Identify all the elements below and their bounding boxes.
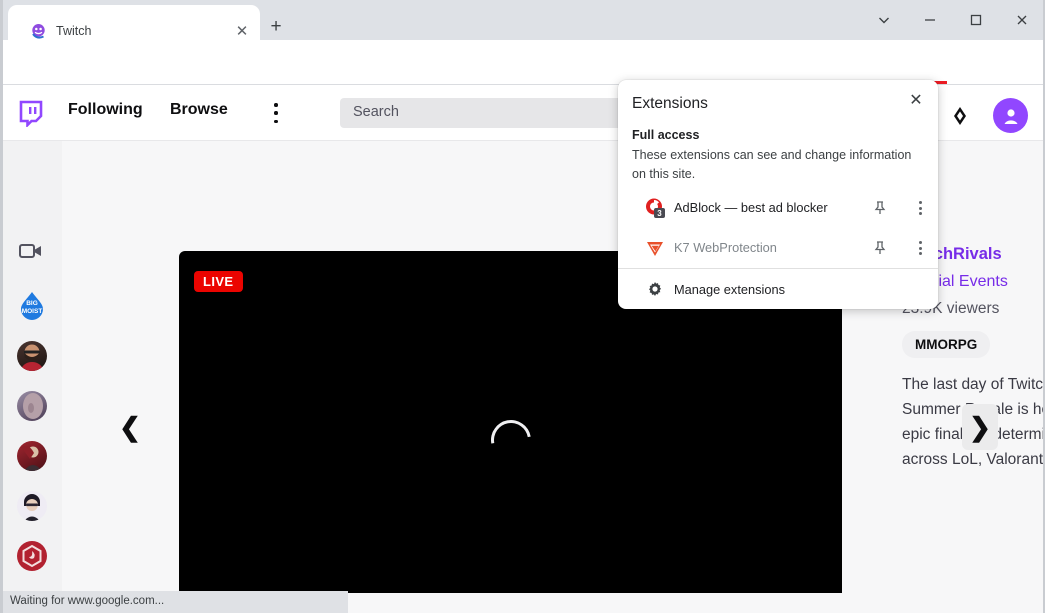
manage-extensions-row[interactable]: Manage extensions <box>618 269 938 309</box>
svg-text:3: 3 <box>657 209 662 218</box>
browser-window: Twitch ✕ + Following Browse Search BIG M… <box>0 0 1045 613</box>
extension-name: K7 WebProtection <box>674 240 777 255</box>
stream-tag[interactable]: MMORPG <box>902 331 991 358</box>
pin-icon[interactable] <box>870 238 890 258</box>
adblock-icon: 3 <box>644 197 666 219</box>
user-avatar[interactable] <box>993 98 1028 133</box>
manage-extensions-label: Manage extensions <box>674 282 785 297</box>
svg-text:MOIST: MOIST <box>22 308 43 315</box>
popup-section-heading: Full access <box>632 128 700 142</box>
popup-close-icon[interactable]: ✕ <box>904 88 928 112</box>
more-vertical-icon[interactable] <box>910 198 930 218</box>
tab-close-icon[interactable]: ✕ <box>233 23 251 41</box>
live-badge: LIVE <box>194 271 243 292</box>
carousel-prev-button[interactable]: ❮ <box>112 404 148 450</box>
search-placeholder: Search <box>353 104 399 120</box>
window-controls <box>861 0 1045 40</box>
browser-tab[interactable]: Twitch ✕ <box>8 5 260 40</box>
extension-name: AdBlock — best ad blocker <box>674 200 828 215</box>
maximize-icon[interactable] <box>953 0 999 40</box>
loading-spinner-icon <box>482 411 539 468</box>
close-window-icon[interactable] <box>999 0 1045 40</box>
window-left-edge <box>0 0 3 613</box>
popup-section-description: These extensions can see and change info… <box>632 148 912 181</box>
new-tab-button[interactable]: + <box>262 13 290 41</box>
sidebar-channel-4[interactable] <box>17 441 47 471</box>
carousel-next-button[interactable]: ❯ <box>962 404 998 450</box>
sidebar-channel-3[interactable] <box>17 391 47 421</box>
popup-title: Extensions <box>632 95 708 112</box>
status-bar: Waiting for www.google.com... <box>0 591 348 613</box>
twitch-logo[interactable] <box>18 100 44 129</box>
nav-browse[interactable]: Browse <box>170 101 228 119</box>
k7-webprotection-icon <box>644 237 666 259</box>
extensions-popup: ✕ Extensions Full access These extension… <box>618 80 938 309</box>
gear-icon <box>645 279 665 299</box>
prime-crown-icon[interactable] <box>949 105 971 127</box>
sidebar-channel-6[interactable] <box>17 541 47 571</box>
tab-title: Twitch <box>56 24 92 38</box>
pin-icon[interactable] <box>870 198 890 218</box>
twitch-favicon-icon <box>30 23 47 40</box>
sidebar-channel-5[interactable] <box>17 491 47 521</box>
tab-search-icon[interactable] <box>861 0 907 40</box>
extension-row-k7[interactable]: K7 WebProtection <box>618 228 938 268</box>
video-camera-icon[interactable] <box>18 241 44 261</box>
svg-text:BIG: BIG <box>26 300 38 307</box>
nav-more-icon[interactable] <box>268 103 284 123</box>
sidebar-channel-2[interactable] <box>17 341 47 371</box>
sidebar-channel-1[interactable]: BIG MOIST <box>17 291 47 321</box>
tab-strip: Twitch ✕ + <box>0 0 1045 40</box>
status-bar-text: Waiting for www.google.com... <box>10 595 165 607</box>
twitch-sidebar: BIG MOIST <box>0 141 62 593</box>
minimize-icon[interactable] <box>907 0 953 40</box>
more-vertical-icon[interactable] <box>910 238 930 258</box>
extension-row-adblock[interactable]: 3 AdBlock — best ad blocker <box>618 188 938 228</box>
nav-following[interactable]: Following <box>68 101 143 119</box>
browser-toolbar: twitch.tv <box>0 40 1045 123</box>
